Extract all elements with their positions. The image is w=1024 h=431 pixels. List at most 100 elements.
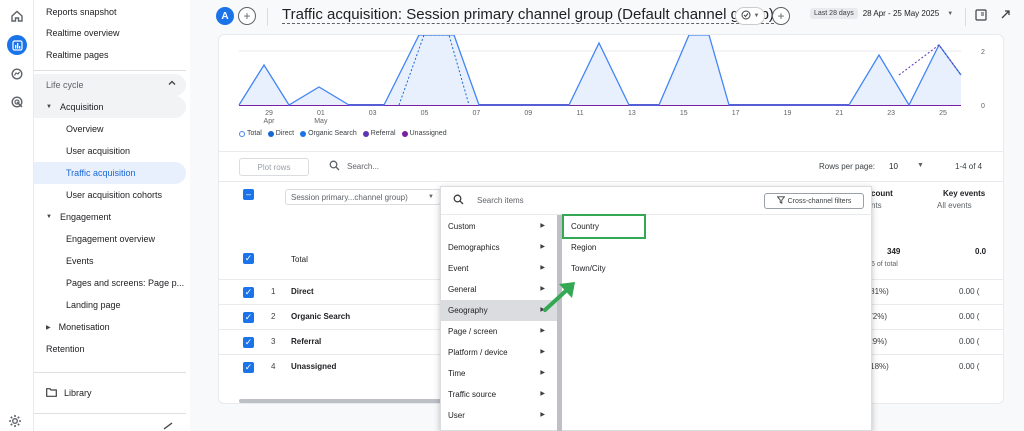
sidebar-item-reports-snapshot[interactable]: Reports snapshot	[34, 1, 186, 23]
category-geography[interactable]: Geography ▶	[441, 300, 557, 321]
x-tick-label: 19	[784, 110, 792, 117]
sidebar-item-pages-and-screens[interactable]: Pages and screens: Page p...	[34, 272, 186, 294]
lifecycle-section-header[interactable]: Life cycle	[34, 74, 186, 96]
sidebar-item-user-acquisition[interactable]: User acquisition	[34, 140, 186, 162]
caret-right-icon: ▶	[540, 244, 545, 250]
dimension-option-region[interactable]: Region	[565, 237, 715, 258]
caret-right-icon: ▶	[540, 223, 545, 229]
legend-label: Referral	[370, 130, 396, 137]
divider	[267, 8, 268, 26]
row-number: 3	[271, 337, 276, 346]
sidebar-item-realtime-pages[interactable]: Realtime pages	[34, 44, 186, 66]
divider	[219, 151, 1003, 152]
caret-down-icon: ▼	[753, 13, 760, 19]
divider	[34, 70, 186, 71]
report-status-button[interactable]: ▼	[735, 7, 765, 25]
category-custom[interactable]: Custom ▶	[441, 216, 557, 237]
line-chart: 29Apr 01May 03 05 07 09 11 13 15 17 19 21 23 25 2 0	[238, 35, 985, 125]
row-key-events: 0.00 (	[959, 362, 980, 371]
legend-swatch	[300, 130, 307, 137]
x-tick-label: 13	[628, 110, 636, 117]
sidebar-item-retention[interactable]: Retention	[34, 338, 186, 360]
sidebar-item-label: User acquisition cohorts	[66, 190, 163, 200]
category-user[interactable]: User ▶	[441, 405, 557, 426]
category-time[interactable]: Time ▶	[441, 363, 557, 384]
sidebar-item-label: Realtime overview	[46, 28, 120, 38]
sidebar-item-engagement[interactable]: ▼ Engagement	[34, 206, 186, 228]
caret-down-icon: ▼	[947, 10, 954, 17]
legend-item-organic-search[interactable]: Organic Search	[300, 130, 357, 137]
select-all-checkbox[interactable]: –	[243, 189, 254, 200]
dimension-option-label: Region	[571, 243, 597, 252]
legend-label: Direct	[275, 130, 295, 137]
cross-channel-filters-button[interactable]: Cross-channel filters	[764, 193, 864, 209]
legend-item-total[interactable]: Total	[239, 130, 262, 137]
reports-icon[interactable]	[7, 35, 27, 55]
legend-item-unassigned[interactable]: Unassigned	[401, 130, 447, 137]
sidebar-item-acquisition[interactable]: ▼ Acquisition	[34, 96, 186, 118]
row-key-events: 0.00 (	[959, 337, 980, 346]
explore-icon[interactable]	[7, 64, 27, 84]
edit-report-icon[interactable]	[975, 9, 987, 23]
sidebar-item-realtime-overview[interactable]: Realtime overview	[34, 22, 186, 44]
rows-per-page-select[interactable]: 10	[889, 162, 898, 171]
category-label: Custom	[448, 222, 476, 231]
sidebar-item-user-acquisition-cohorts[interactable]: User acquisition cohorts	[34, 184, 186, 206]
x-tick-sublabel: May	[314, 118, 328, 125]
add-filter-button[interactable]: +	[772, 7, 790, 25]
caret-down-icon: ▼	[917, 162, 924, 169]
x-tick-label: 05	[421, 110, 429, 117]
table-search-input[interactable]: Search...	[347, 162, 379, 171]
caret-down-icon: ▼	[46, 214, 52, 220]
category-general[interactable]: General ▶	[441, 279, 557, 300]
collapse-sidebar-icon[interactable]	[162, 422, 174, 431]
legend-item-referral[interactable]: Referral	[362, 130, 396, 137]
column-header-key-events[interactable]: Key events	[943, 189, 985, 198]
category-traffic-source[interactable]: Traffic source ▶	[441, 384, 557, 405]
caret-right-icon: ▶	[540, 349, 545, 355]
category-platform-device[interactable]: Platform / device ▶	[441, 342, 557, 363]
plot-rows-button[interactable]: Plot rows	[239, 158, 309, 176]
legend-swatch	[401, 130, 408, 137]
settings-icon[interactable]	[8, 414, 22, 430]
sidebar-item-events[interactable]: Events	[34, 250, 186, 272]
category-demographics[interactable]: Demographics ▶	[441, 237, 557, 258]
row-checkbox[interactable]: ✓	[243, 362, 254, 373]
search-items-input[interactable]: Search items	[477, 196, 524, 205]
category-scrollbar[interactable]	[557, 215, 562, 431]
add-comparison-button[interactable]: +	[238, 7, 256, 25]
avatar[interactable]: A	[216, 7, 234, 25]
row-checkbox[interactable]: ✓	[243, 337, 254, 348]
home-icon[interactable]	[7, 6, 27, 26]
table-toolbar: Plot rows Search... Rows per page: 10 ▼ …	[219, 157, 1003, 179]
sidebar-item-overview[interactable]: Overview	[34, 118, 186, 140]
row-checkbox[interactable]: ✓	[243, 312, 254, 323]
category-label: Demographics	[448, 243, 500, 252]
share-icon[interactable]	[1000, 9, 1012, 23]
sidebar-item-landing-page[interactable]: Landing page	[34, 294, 186, 316]
total-row-checkbox[interactable]: ✓	[243, 253, 254, 264]
sidebar-item-library[interactable]: Library	[34, 382, 186, 404]
sidebar-item-engagement-overview[interactable]: Engagement overview	[34, 228, 186, 250]
category-page-screen[interactable]: Page / screen ▶	[441, 321, 557, 342]
row-checkbox[interactable]: ✓	[243, 287, 254, 298]
category-event[interactable]: Event ▶	[441, 258, 557, 279]
x-tick-label: 29	[265, 110, 273, 117]
total-key-events: 0.0	[975, 247, 987, 256]
sidebar-item-traffic-acquisition[interactable]: Traffic acquisition	[34, 162, 186, 184]
dimension-option-town-city[interactable]: Town/City	[565, 258, 715, 279]
legend-label: Unassigned	[409, 130, 447, 137]
sidebar-item-label: Engagement	[59, 212, 111, 222]
annotation-arrow-icon	[541, 278, 581, 316]
sidebar-item-label: Traffic acquisition	[66, 168, 136, 178]
date-range-picker[interactable]: Last 28 days 28 Apr - 25 May 2025 ▼	[810, 8, 953, 19]
sidebar-item-label: Reports snapshot	[46, 7, 117, 17]
column-header-event-count[interactable]: count	[871, 189, 893, 198]
search-icon	[329, 160, 340, 174]
dimension-select-label: Session primary...channel group)	[291, 192, 408, 202]
legend-swatch	[239, 130, 245, 137]
advertising-icon[interactable]	[7, 92, 27, 112]
sidebar-item-monetisation[interactable]: ▶ Monetisation	[34, 316, 186, 338]
dimension-select[interactable]: Session primary...channel group) ▼	[285, 189, 441, 205]
legend-item-direct[interactable]: Direct	[267, 130, 295, 137]
